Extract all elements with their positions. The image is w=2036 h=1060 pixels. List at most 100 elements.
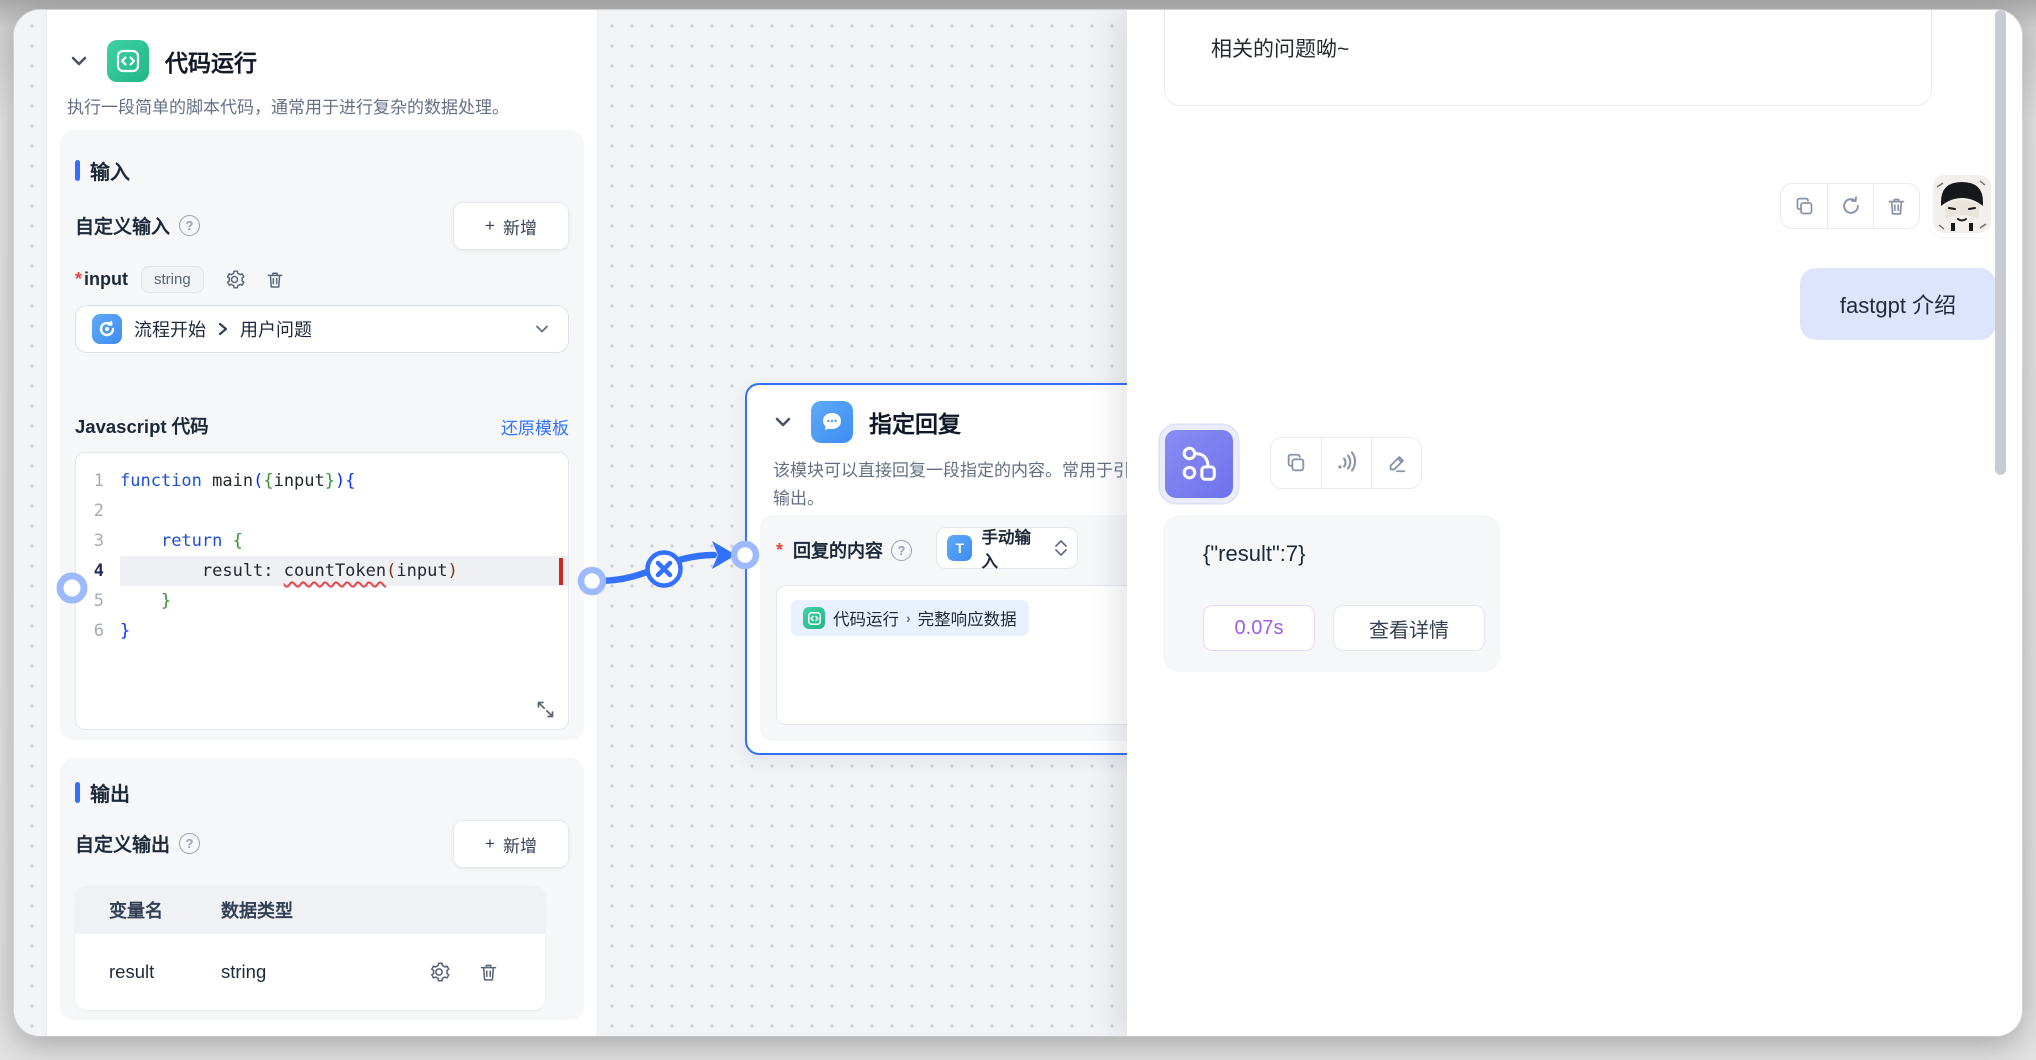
chevron-down-icon[interactable] <box>771 410 795 434</box>
target-handle[interactable] <box>734 544 756 566</box>
node-description: 执行一段简单的脚本代码，通常用于进行复杂的数据处理。 <box>67 94 572 122</box>
tag-field-name: 完整响应数据 <box>918 606 1017 630</box>
code-line: 6} <box>76 616 568 646</box>
col-variable-name: 变量名 <box>75 897 221 923</box>
input-mode-select[interactable]: T 手动输入 <box>936 527 1078 569</box>
bot-message-toolbar <box>1270 437 1422 489</box>
duration-badge: 0.07s <box>1203 605 1315 651</box>
output-table: 变量名 数据类型 result string <box>75 886 545 1010</box>
input-source-select[interactable]: 流程开始 用户问题 <box>75 305 569 353</box>
assistant-message-text: 相关的问题呦~ <box>1211 33 1349 63</box>
code-line: 2 <box>76 496 568 526</box>
reply-node-header: 指定回复 <box>771 401 961 443</box>
breadcrumb-arrow-icon <box>216 322 230 336</box>
code-run-node: 代码运行 执行一段简单的脚本代码，通常用于进行复杂的数据处理。 输入 自定义输入… <box>47 10 597 1036</box>
copy-icon[interactable] <box>1781 184 1827 228</box>
error-overview-mark <box>559 558 563 585</box>
code-node-icon <box>107 40 149 82</box>
chevron-down-icon[interactable] <box>67 49 91 73</box>
custom-input-label: 自定义输入 <box>75 212 170 239</box>
table-header-row: 变量名 数据类型 <box>75 886 545 934</box>
flow-start-icon <box>92 314 122 344</box>
delete-icon[interactable] <box>478 961 499 983</box>
variable-tag[interactable]: 代码运行 › 完整响应数据 <box>791 600 1029 636</box>
delete-icon[interactable] <box>1873 184 1919 228</box>
custom-output-row: 自定义输出 ? <box>75 830 200 857</box>
reply-label-row: * 回复的内容 ? <box>776 537 912 563</box>
code-line: 5 } <box>76 586 568 616</box>
app-window: 代码运行 执行一段简单的脚本代码，通常用于进行复杂的数据处理。 输入 自定义输入… <box>14 10 2022 1036</box>
output-card: 输出 自定义输出 ? + 新增 变量名 数据类型 result string <box>60 758 584 1020</box>
source-node: 流程开始 <box>134 316 206 342</box>
user-message-toolbar <box>1780 183 1920 229</box>
code-line: 4 result: countToken(input) <box>76 556 568 586</box>
tag-separator: › <box>906 610 911 626</box>
input-field-row: * input string <box>75 266 285 293</box>
node-title: 代码运行 <box>165 44 257 78</box>
table-row: result string <box>75 934 545 1010</box>
code-line: 1function main({input}){ <box>76 466 568 496</box>
desc-line-1: 该模块可以直接回复一段指定的内容。常用于引 <box>773 461 1130 480</box>
section-bar <box>75 160 80 181</box>
user-message-bubble: fastgpt 介绍 <box>1800 268 1996 340</box>
copy-icon[interactable] <box>1271 438 1321 488</box>
help-icon[interactable]: ? <box>179 833 200 854</box>
view-details-button[interactable]: 查看详情 <box>1333 605 1485 651</box>
row-data-type: string <box>221 961 428 983</box>
input-section-head: 输入 <box>75 156 130 185</box>
code-line: 3 return { <box>76 526 568 556</box>
input-section-title: 输入 <box>90 156 130 185</box>
user-avatar <box>1933 175 1991 233</box>
updown-chevron-icon <box>1055 540 1067 556</box>
add-input-button[interactable]: + 新增 <box>453 202 569 250</box>
output-section-title: 输出 <box>90 778 130 807</box>
input-field-name: input <box>84 269 128 290</box>
js-code-row: Javascript 代码 还原模板 <box>75 413 569 439</box>
retry-icon[interactable] <box>1827 184 1873 228</box>
settings-icon[interactable] <box>224 269 245 290</box>
assistant-message-card: 相关的问题呦~ <box>1164 10 1932 106</box>
tag-node-name: 代码运行 <box>833 606 899 630</box>
chat-scrollbar[interactable] <box>1995 10 2006 475</box>
panel-input-handle[interactable] <box>60 576 84 600</box>
expand-icon[interactable] <box>535 699 556 720</box>
plus-icon: + <box>485 834 495 854</box>
bot-response-card: {"result":7} 0.07s 查看详情 <box>1163 515 1500 672</box>
section-bar <box>75 782 80 803</box>
manual-input-icon: T <box>947 535 972 561</box>
col-data-type: 数据类型 <box>221 897 545 923</box>
input-card: 输入 自定义输入 ? + 新增 * input string <box>60 130 584 740</box>
row-variable-name: result <box>75 961 221 983</box>
bot-avatar[interactable] <box>1160 425 1238 503</box>
source-handle[interactable] <box>581 570 603 592</box>
reply-content-label: 回复的内容 <box>793 537 883 563</box>
code-editor[interactable]: 1function main({input}){23 return {4 res… <box>75 452 569 730</box>
delete-icon[interactable] <box>265 269 285 290</box>
desc-line-2: 输出。 <box>773 489 824 508</box>
js-code-label: Javascript 代码 <box>75 413 209 439</box>
mode-label: 手动输入 <box>981 524 1046 572</box>
chevron-down-icon <box>532 319 552 339</box>
result-text: {"result":7} <box>1203 541 1305 567</box>
output-section-head: 输出 <box>75 778 130 807</box>
settings-icon[interactable] <box>428 961 450 983</box>
code-run-node-header: 代码运行 <box>67 40 257 82</box>
help-icon[interactable]: ? <box>891 540 912 561</box>
help-icon[interactable]: ? <box>179 215 200 236</box>
read-aloud-icon[interactable] <box>1321 438 1371 488</box>
input-type-tag: string <box>141 266 204 293</box>
plus-icon: + <box>485 216 495 236</box>
resize-handle[interactable] <box>552 718 569 730</box>
custom-output-label: 自定义输出 <box>75 830 170 857</box>
edit-icon[interactable] <box>1371 438 1421 488</box>
source-path: 流程开始 用户问题 <box>134 316 312 342</box>
add-output-button[interactable]: + 新增 <box>453 820 569 868</box>
chat-panel: 相关的问题呦~ fastgpt 介绍 <box>1127 10 2022 1036</box>
workflow-icon <box>1178 443 1220 485</box>
source-field: 用户问题 <box>240 316 312 342</box>
disconnect-icon[interactable] <box>648 553 681 586</box>
add-output-label: 新增 <box>503 832 537 857</box>
required-mark: * <box>776 540 783 561</box>
code-node-icon <box>803 607 825 629</box>
reset-template-link[interactable]: 还原模板 <box>501 414 569 439</box>
